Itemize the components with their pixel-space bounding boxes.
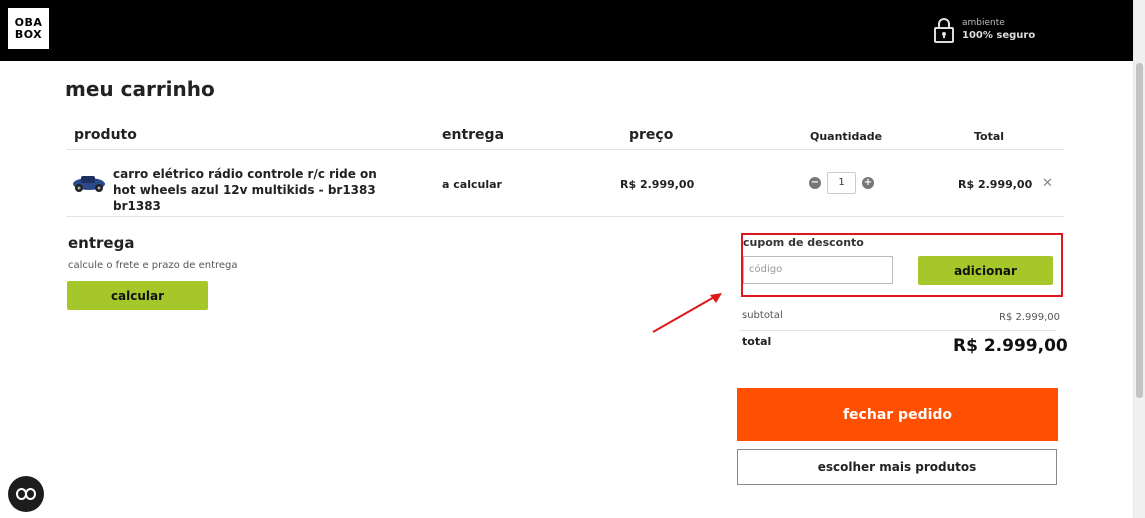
summary-divider: [740, 330, 1056, 331]
total-value: R$ 2.999,00: [953, 336, 1068, 356]
obabox-logo[interactable]: OBA BOX: [8, 8, 49, 49]
lock-icon: [934, 18, 954, 43]
remove-item-icon[interactable]: ✕: [1042, 176, 1053, 191]
subtotal-value: R$ 2.999,00: [999, 312, 1061, 323]
column-header-quantity: Quantidade: [810, 130, 883, 143]
add-coupon-button[interactable]: adicionar: [918, 256, 1053, 285]
total-label: total: [742, 335, 772, 348]
checkout-button[interactable]: fechar pedido: [737, 388, 1058, 441]
scrollbar[interactable]: [1133, 0, 1145, 518]
quantity-increase-button[interactable]: +: [862, 177, 874, 189]
accessibility-icon: [16, 488, 36, 500]
calculate-shipping-button[interactable]: calcular: [67, 281, 208, 310]
delivery-subtitle: calcule o frete e prazo de entrega: [68, 260, 238, 271]
secure-line-2: 100% seguro: [962, 30, 1036, 41]
delivery-title: entrega: [68, 234, 135, 252]
logo-line-1: OBA: [14, 15, 43, 29]
secure-line-1: ambiente: [962, 18, 1005, 28]
logo-line-2: BOX: [14, 27, 43, 41]
quantity-input[interactable]: 1: [827, 172, 856, 194]
product-thumbnail[interactable]: [71, 170, 107, 194]
column-header-total: Total: [974, 130, 1005, 143]
row-total-value: R$ 2.999,00: [958, 178, 1033, 191]
accessibility-button[interactable]: [8, 476, 44, 512]
secure-text: ambiente 100% seguro: [962, 18, 1035, 42]
price-value: R$ 2.999,00: [620, 178, 695, 191]
coupon-title: cupom de desconto: [743, 236, 864, 249]
subtotal-label: subtotal: [742, 310, 783, 321]
table-divider-bottom: [66, 216, 1064, 217]
column-header-product: produto: [74, 127, 137, 143]
delivery-value: a calcular: [442, 178, 502, 191]
secure-environment: ambiente 100% seguro: [934, 17, 1035, 43]
column-header-delivery: entrega: [442, 127, 505, 143]
quantity-decrease-button[interactable]: −: [809, 177, 821, 189]
top-bar: OBA BOX ambiente 100% seguro: [0, 0, 1133, 61]
page-title: meu carrinho: [65, 77, 215, 101]
coupon-code-input[interactable]: código: [743, 256, 893, 284]
annotation-arrow-icon: [652, 293, 722, 333]
column-header-price: preço: [629, 127, 674, 143]
continue-shopping-button[interactable]: escolher mais produtos: [737, 449, 1057, 485]
table-divider-top: [66, 149, 1064, 150]
scrollbar-thumb[interactable]: [1136, 63, 1143, 398]
product-name[interactable]: carro elétrico rádio controle r/c ride o…: [113, 166, 403, 214]
